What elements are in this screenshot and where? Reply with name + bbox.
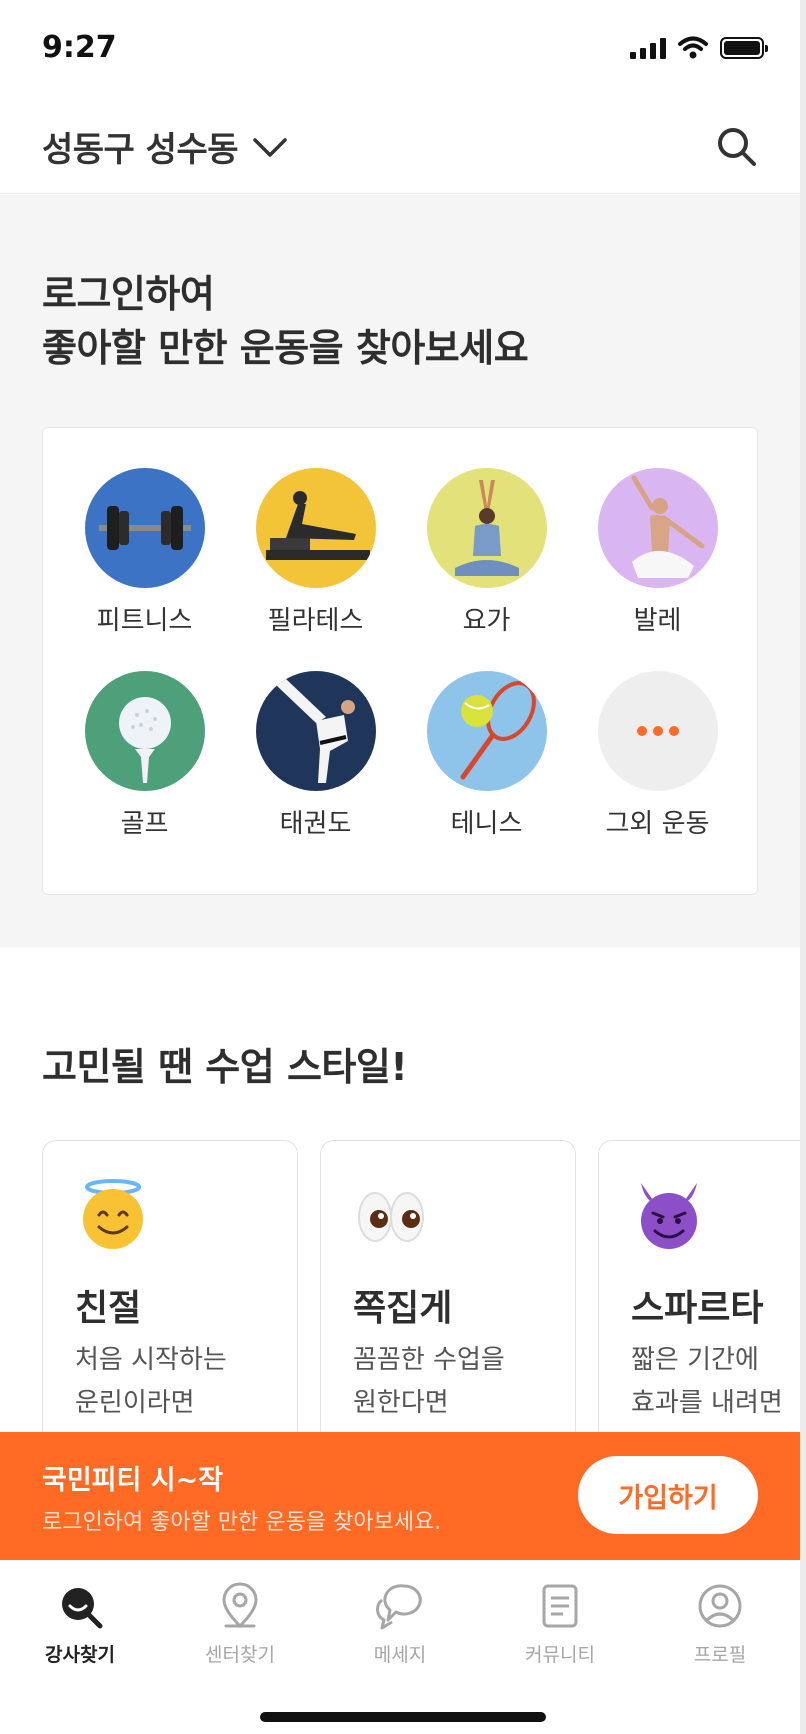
style-desc-line1: 꼼꼼한 수업을 [353,1345,505,1375]
category-taekwondo[interactable]: 태권도 [230,671,401,840]
banner-subtitle: 로그인하여 좋아할 만한 운동을 찾아보세요. [42,1510,442,1535]
style-desc-line2: 효과를 내려면 [631,1388,783,1418]
home-indicator [260,1712,546,1722]
category-golf[interactable]: 골프 [59,671,230,840]
yoga-pose-icon [426,468,547,588]
style-name: 친절 [75,1288,142,1329]
signup-banner: 국민피티 시~작 로그인하여 좋아할 만한 운동을 찾아보세요. 가입하기 [0,1432,800,1560]
category-label: 피트니스 [96,606,193,636]
nav-label: 강사찾기 [45,1644,115,1666]
style-name: 스파르타 [631,1288,764,1329]
styles-section-title: 고민될 땐 수업 스타일! [42,1045,408,1089]
scroll-edge [800,0,806,1734]
golf-ball-icon [84,671,205,791]
location-pin-icon [222,1582,258,1629]
style-description: 처음 시작하는 운린이라면 [75,1339,227,1425]
nav-item-centers[interactable]: 센터찾기 [160,1580,320,1667]
nav-label: 커뮤니티 [525,1644,595,1666]
category-fitness[interactable]: 피트니스 [59,468,230,637]
instructor-search-icon [62,1588,103,1629]
ballet-dancer-icon [597,468,718,588]
nav-label: 센터찾기 [205,1644,275,1666]
style-description: 꼼꼼한 수업을 원한다면 [353,1339,505,1425]
bottom-nav: 강사찾기 센터찾기 메세지 커뮤니티 프로필 [0,1560,800,1734]
signup-button[interactable]: 가입하기 [578,1456,758,1534]
style-desc-line1: 짧은 기간에 [631,1345,759,1375]
more-dots-icon [597,671,718,791]
hero-title-line1: 로그인하여 [42,272,215,316]
category-grid: 피트니스 필라테스 요가 발레 골프 태권도 테니스 그외 운동 [43,468,759,840]
category-ballet[interactable]: 발레 [572,468,743,637]
category-label: 필라테스 [267,606,364,636]
chevron-down-icon [253,137,287,157]
nav-label: 메세지 [373,1644,427,1666]
chat-bubble-icon [376,1584,422,1630]
dumbbell-icon [84,468,205,588]
search-icon[interactable] [714,124,758,168]
app-screen: 9:27 성동구 성수동 로그인하여 좋아할 만한 운동을 찾아보세요 피트니스… [0,0,806,1734]
status-time: 9:27 [42,30,117,65]
nav-item-profile[interactable]: 프로필 [640,1580,800,1667]
profile-icon [698,1584,742,1628]
location-label: 성동구 성수동 [42,130,239,170]
nav-item-instructors[interactable]: 강사찾기 [0,1580,160,1667]
nav-label: 프로필 [693,1644,747,1666]
banner-title: 국민피티 시~작 [42,1465,224,1496]
style-card-sparta[interactable]: 스파르타 짧은 기간에 효과를 내려면 [598,1140,806,1460]
style-card-kind[interactable]: 친절 처음 시작하는 운린이라면 [42,1140,298,1460]
style-desc-line2: 원한다면 [353,1388,449,1418]
category-label: 그외 운동 [605,809,710,839]
style-desc-line1: 처음 시작하는 [75,1345,227,1375]
cellular-signal-icon [630,37,666,59]
angel-face-icon [83,1179,143,1249]
category-pilates[interactable]: 필라테스 [230,468,401,637]
category-yoga[interactable]: 요가 [401,468,572,637]
category-label: 요가 [462,606,511,636]
nav-item-community[interactable]: 커뮤니티 [480,1580,640,1667]
devil-face-icon [641,1183,697,1249]
style-desc-line2: 운린이라면 [75,1388,195,1418]
category-tennis[interactable]: 테니스 [401,671,572,840]
document-icon [542,1584,578,1628]
hero-title: 로그인하여 좋아할 만한 운동을 찾아보세요 [42,267,529,375]
hero-title-line2: 좋아할 만한 운동을 찾아보세요 [42,326,529,370]
tennis-racket-icon [426,671,547,791]
taekwondo-kick-icon [255,671,376,791]
style-description: 짧은 기간에 효과를 내려면 [631,1339,783,1425]
pilates-reformer-icon [255,468,376,588]
category-label: 테니스 [450,809,523,839]
wifi-icon [678,36,708,59]
status-bar: 9:27 [0,0,800,100]
category-label: 발레 [633,606,682,636]
top-header: 성동구 성수동 [0,100,800,194]
category-label: 골프 [120,809,169,839]
battery-icon [720,37,768,59]
style-card-pinpoint[interactable]: 쪽집게 꼼꼼한 수업을 원한다면 [320,1140,576,1460]
category-card: 피트니스 필라테스 요가 발레 골프 태권도 테니스 그외 운동 [42,427,758,895]
style-name: 쪽집게 [353,1288,453,1329]
category-label: 태권도 [279,809,352,839]
status-icons [630,36,768,60]
nav-item-messages[interactable]: 메세지 [320,1580,480,1667]
eyes-icon [358,1192,424,1242]
hero-section: 로그인하여 좋아할 만한 운동을 찾아보세요 피트니스 필라테스 요가 발레 골… [0,195,800,947]
location-selector[interactable]: 성동구 성수동 [42,122,288,171]
category-other[interactable]: 그외 운동 [572,671,743,840]
